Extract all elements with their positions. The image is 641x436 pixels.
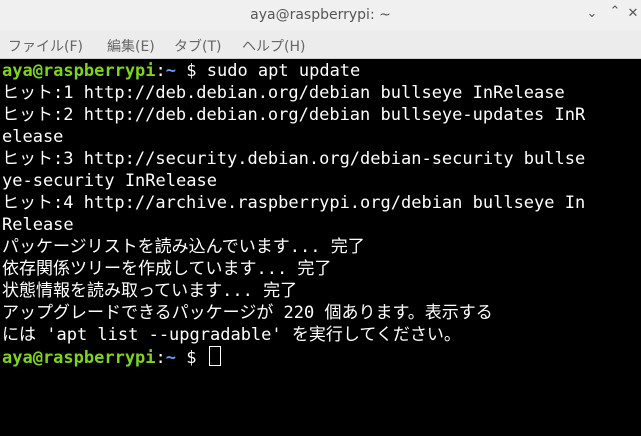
prompt-line[interactable]: aya@raspberrypi:~ $ <box>2 346 221 368</box>
output-line: 依存関係ツリーを作成しています... 完了 <box>2 259 332 279</box>
output-line: 状態情報を読み取っています... 完了 <box>2 281 298 301</box>
output-line: ヒット:2 http://deb.debian.org/debian bulls… <box>2 105 586 125</box>
chevron-down-icon[interactable]: ⌄ <box>583 5 601 23</box>
output-line: アップグレードできるパッケージが 220 個あります。表示する <box>2 303 493 323</box>
window-title: aya@raspberrypi: ~ <box>250 7 391 23</box>
output-line: Release <box>2 215 74 235</box>
title-bar[interactable]: aya@raspberrypi: ~ ⌄ ⌃ ✕ <box>0 0 641 30</box>
menu-bar: ファイル(F) 編集(E) タブ(T) ヘルプ(H) <box>0 30 641 59</box>
prompt-user-host: aya@raspberrypi <box>2 348 156 368</box>
prompt-symbol: $ <box>176 61 207 81</box>
prompt-user-host: aya@raspberrypi <box>2 61 156 81</box>
command-text: sudo apt update <box>206 61 361 81</box>
output-line: ヒット:4 http://archive.raspberrypi.org/deb… <box>2 193 586 213</box>
output-line: ye-security InRelease <box>2 171 217 191</box>
output-line: ヒット:3 http://security.debian.org/debian-… <box>2 149 586 169</box>
chevron-up-icon[interactable]: ⌃ <box>606 3 624 21</box>
output-line: には 'apt list --upgradable' を実行してください。 <box>2 325 461 345</box>
output-line: パッケージリストを読み込んでいます... 完了 <box>2 237 365 257</box>
output-line: ヒット:1 http://deb.debian.org/debian bulls… <box>2 83 565 103</box>
menu-help[interactable]: ヘルプ(H) <box>242 36 305 56</box>
menu-file[interactable]: ファイル(F) <box>8 36 83 56</box>
prompt-path: ~ <box>165 61 177 81</box>
prompt-separator: : <box>155 61 166 81</box>
text-cursor <box>208 346 221 366</box>
terminal-window: aya@raspberrypi: ~ ⌄ ⌃ ✕ ファイル(F) 編集(E) タ… <box>0 0 641 436</box>
terminal-area[interactable]: aya@raspberrypi:~ $ sudo apt update ヒット:… <box>0 59 641 436</box>
menu-edit[interactable]: 編集(E) <box>107 36 155 56</box>
close-icon[interactable]: ✕ <box>626 5 640 23</box>
menu-tabs[interactable]: タブ(T) <box>174 36 221 56</box>
prompt-separator: : <box>155 348 166 368</box>
output-line: elease <box>2 127 64 147</box>
prompt-path: ~ <box>165 348 177 368</box>
prompt-symbol: $ <box>176 348 207 368</box>
command-line: aya@raspberrypi:~ $ sudo apt update <box>2 60 360 82</box>
